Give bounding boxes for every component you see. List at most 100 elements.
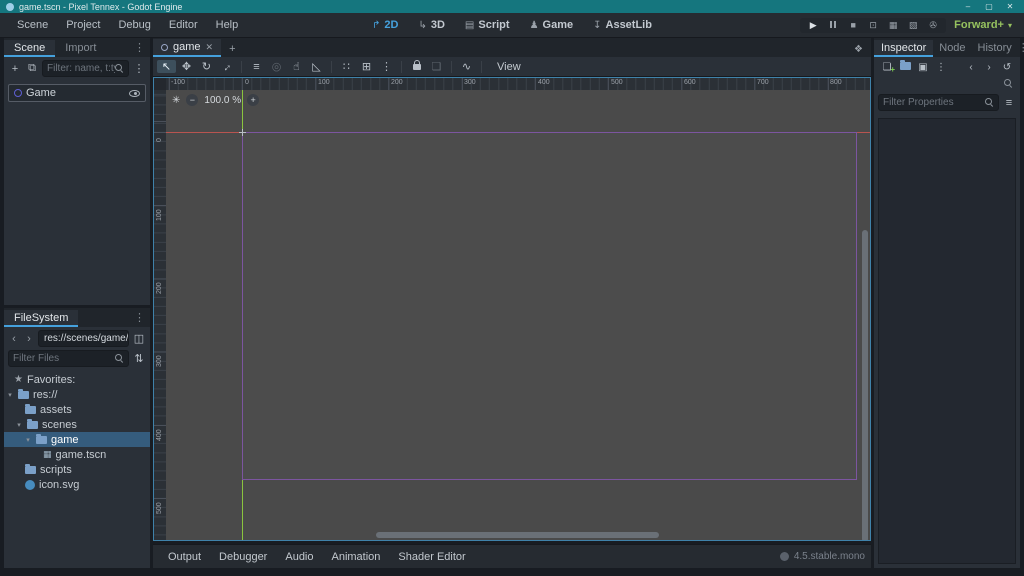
property-filter-input[interactable] xyxy=(883,97,985,108)
chevron-down-icon[interactable]: ▾ xyxy=(24,436,32,444)
tree-item-icon-svg[interactable]: icon.svg xyxy=(4,477,150,492)
smart-snap-button[interactable]: ∷ xyxy=(337,60,356,73)
move-tool-button[interactable]: ✥ xyxy=(177,60,196,73)
scene-panel-menu-icon[interactable]: ⋮ xyxy=(134,41,150,57)
scene-tab-game[interactable]: game ✕ xyxy=(153,39,221,57)
game-viewport-rect xyxy=(242,132,857,480)
add-node-button[interactable]: + xyxy=(8,63,22,75)
scene-tree-menu-icon[interactable]: ⋮ xyxy=(132,62,146,75)
vertical-scrollbar[interactable] xyxy=(862,230,868,540)
menu-editor[interactable]: Editor xyxy=(160,19,207,31)
zoom-in-button[interactable]: + xyxy=(247,94,259,106)
tree-item-favorites[interactable]: ★ Favorites: xyxy=(4,372,150,387)
history-back-button[interactable]: ‹ xyxy=(963,62,979,73)
chevron-down-icon[interactable]: ▾ xyxy=(6,391,14,399)
split-view-button[interactable]: ◫ xyxy=(132,332,146,345)
workspace-game[interactable]: ♟ Game xyxy=(522,17,582,33)
current-path-field[interactable]: res://scenes/game/ xyxy=(38,330,129,347)
new-scene-tab-button[interactable]: + xyxy=(221,43,243,57)
visibility-eye-icon[interactable] xyxy=(129,90,140,97)
select-tool-button[interactable]: ↖ xyxy=(157,60,176,73)
play-editor-button[interactable]: ⊡ xyxy=(864,20,882,31)
list-select-button[interactable]: ≡ xyxy=(247,61,266,73)
play-custom-scene-button[interactable]: ▧ xyxy=(904,20,922,31)
group-node-button[interactable]: ❏ xyxy=(427,60,446,73)
ruler-label: 800 xyxy=(830,79,842,86)
resource-options-icon[interactable]: ⋮ xyxy=(933,62,949,73)
bottom-tab-audio[interactable]: Audio xyxy=(276,551,322,563)
workspace-3d[interactable]: ↳ 3D xyxy=(410,17,452,33)
maximize-button[interactable]: ▢ xyxy=(981,2,997,11)
instance-scene-button[interactable]: ⧉ xyxy=(25,62,39,75)
load-resource-button[interactable] xyxy=(897,61,913,73)
nav-forward-button[interactable]: › xyxy=(23,333,35,345)
canvas-area[interactable]: ✳ − 100.0 % + xyxy=(166,90,870,540)
tree-item-scripts[interactable]: scripts xyxy=(4,462,150,477)
bottom-tab-animation[interactable]: Animation xyxy=(323,551,390,563)
chevron-down-icon[interactable]: ▾ xyxy=(15,421,23,429)
rotate-tool-button[interactable]: ↻ xyxy=(197,60,216,73)
bottom-tab-debugger[interactable]: Debugger xyxy=(210,551,276,563)
horizontal-scrollbar[interactable] xyxy=(376,532,659,538)
title-bar: game.tscn - Pixel Tennex - Godot Engine … xyxy=(0,0,1024,13)
filesystem-panel-menu-icon[interactable]: ⋮ xyxy=(134,311,150,327)
version-info[interactable]: 4.5.stable.mono xyxy=(780,551,865,562)
tab-history[interactable]: History xyxy=(972,40,1018,57)
stop-button[interactable]: ■ xyxy=(844,20,862,30)
bottom-tab-shader-editor[interactable]: Shader Editor xyxy=(389,551,474,563)
tab-filesystem[interactable]: FileSystem xyxy=(4,310,78,327)
nav-back-button[interactable]: ‹ xyxy=(8,333,20,345)
search-docs-icon[interactable] xyxy=(1004,79,1013,88)
play-button[interactable]: ▶ xyxy=(804,20,822,31)
object-history-button[interactable]: ↺ xyxy=(999,62,1015,73)
movie-maker-button[interactable]: ✇ xyxy=(924,20,942,31)
2d-viewport[interactable]: -100 0 100 200 300 400 500 600 700 800 0… xyxy=(153,77,871,541)
tab-inspector[interactable]: Inspector xyxy=(874,40,933,57)
tab-scene[interactable]: Scene xyxy=(4,40,55,57)
godot-image-icon xyxy=(25,480,35,490)
renderer-selector[interactable]: Forward+ ▾ xyxy=(954,19,1016,31)
bottom-tab-output[interactable]: Output xyxy=(159,551,210,563)
zoom-level[interactable]: 100.0 % xyxy=(204,95,241,106)
ruler-tool-button[interactable]: ◺ xyxy=(307,60,326,73)
menu-scene[interactable]: Scene xyxy=(8,19,57,31)
expand-viewport-icon[interactable]: ❖ xyxy=(854,44,871,57)
inspector-menu-icon[interactable]: ⋮ xyxy=(1018,41,1024,57)
center-view-icon[interactable]: ✳ xyxy=(172,95,180,106)
pan-tool-button[interactable]: ☝ xyxy=(287,60,306,73)
tree-item-game[interactable]: ▾ game xyxy=(4,432,150,447)
zoom-out-button[interactable]: − xyxy=(186,94,198,106)
pivot-tool-button[interactable]: ◎ xyxy=(267,60,286,73)
snap-options-icon[interactable]: ⋮ xyxy=(377,60,396,73)
workspace-2d[interactable]: ↱ 2D xyxy=(364,17,406,33)
scene-filter-input[interactable] xyxy=(47,63,115,74)
minimize-button[interactable]: – xyxy=(960,2,976,11)
scale-tool-button[interactable]: ↔ xyxy=(216,56,238,78)
workspace-script[interactable]: ▤ Script xyxy=(457,17,518,33)
new-resource-button[interactable]: ❏ + xyxy=(879,62,895,73)
skeleton-options-button[interactable]: ∿ xyxy=(457,60,476,73)
scene-node-game[interactable]: Game xyxy=(8,84,146,102)
file-filter-input[interactable] xyxy=(13,353,115,364)
menu-project[interactable]: Project xyxy=(57,19,109,31)
close-tab-icon[interactable]: ✕ xyxy=(206,42,214,53)
tab-node[interactable]: Node xyxy=(933,40,971,57)
close-button[interactable]: ✕ xyxy=(1002,2,1018,11)
tab-import[interactable]: Import xyxy=(55,40,106,57)
menu-debug[interactable]: Debug xyxy=(109,19,159,31)
save-resource-button[interactable]: ▣ xyxy=(915,62,931,73)
play-scene-button[interactable]: ▦ xyxy=(884,20,902,31)
tree-item-assets[interactable]: assets xyxy=(4,402,150,417)
menu-help[interactable]: Help xyxy=(207,19,248,31)
sort-files-button[interactable]: ⇅ xyxy=(132,352,146,365)
property-filter-options-icon[interactable]: ≡ xyxy=(1002,97,1016,109)
grid-snap-button[interactable]: ⊞ xyxy=(357,60,376,73)
lock-node-button[interactable] xyxy=(407,60,426,73)
tree-item-game-tscn[interactable]: ▦ game.tscn xyxy=(4,447,150,462)
tree-item-res[interactable]: ▾ res:// xyxy=(4,387,150,402)
workspace-assetlib[interactable]: ↧ AssetLib xyxy=(585,17,660,33)
pause-button[interactable] xyxy=(824,20,842,30)
view-menu[interactable]: View xyxy=(487,61,531,73)
tree-item-scenes[interactable]: ▾ scenes xyxy=(4,417,150,432)
history-forward-button[interactable]: › xyxy=(981,62,997,73)
